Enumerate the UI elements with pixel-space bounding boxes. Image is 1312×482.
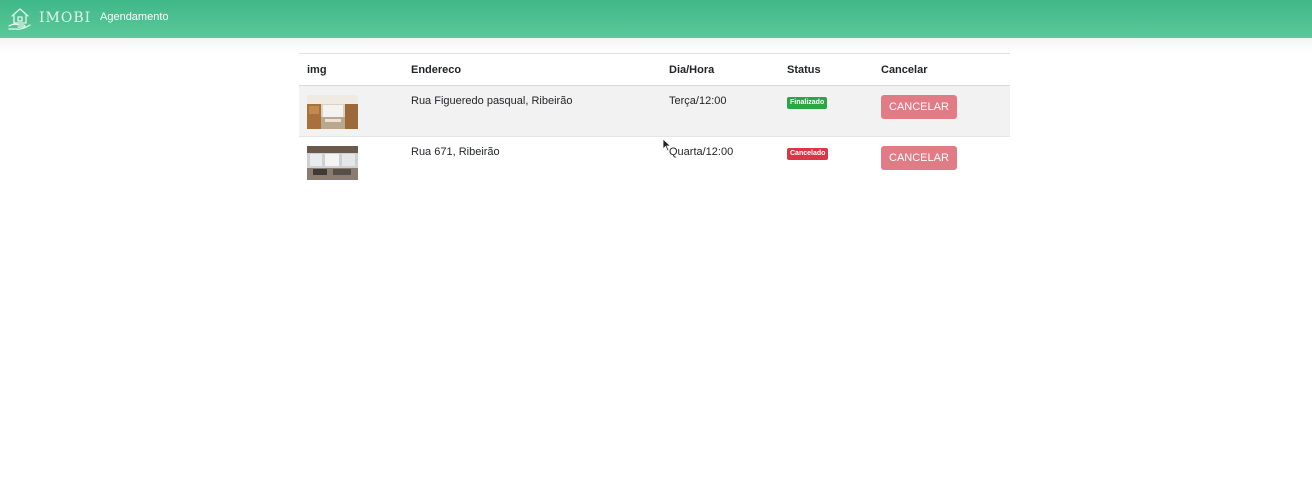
cell-img xyxy=(299,85,403,137)
cell-endereco: Rua 671, Ribeirão xyxy=(403,136,661,187)
table-row: Rua Figueredo pasqual, Ribeirão Terça/12… xyxy=(299,85,1010,137)
cell-cancelar: CANCELAR xyxy=(873,136,1010,187)
status-badge: Finalizado xyxy=(787,97,828,109)
cell-endereco: Rua Figueredo pasqual, Ribeirão xyxy=(403,85,661,137)
cell-cancelar: CANCELAR xyxy=(873,85,1010,137)
cell-status: Cancelado xyxy=(779,136,873,187)
kitchen-photo xyxy=(307,95,358,129)
cell-dia-hora: Terça/12:00 xyxy=(661,85,779,137)
status-badge: Cancelado xyxy=(787,148,829,160)
table-row: Rua 671, Ribeirão Quarta/12:00 Cancelado… xyxy=(299,136,1010,187)
cancel-button[interactable]: CANCELAR xyxy=(881,146,957,170)
appointments-table: img Endereco Dia/Hora Status Cancelar Ru… xyxy=(299,53,1010,187)
brand-logo[interactable]: IMOBI xyxy=(6,4,91,32)
appointments-table-container: img Endereco Dia/Hora Status Cancelar Ru… xyxy=(299,53,1010,187)
house-hand-icon xyxy=(8,8,31,30)
cell-dia-hora: Quarta/12:00 xyxy=(661,136,779,187)
header-cancelar: Cancelar xyxy=(873,53,1010,86)
header-endereco: Endereco xyxy=(403,53,661,86)
nav-link-agendamento[interactable]: Agendamento xyxy=(100,11,169,23)
cell-img xyxy=(299,136,403,187)
cell-status: Finalizado xyxy=(779,85,873,137)
brand-name: IMOBI xyxy=(39,10,92,26)
header-dia-hora: Dia/Hora xyxy=(661,53,779,86)
cancel-button[interactable]: CANCELAR xyxy=(881,95,957,119)
header-status: Status xyxy=(779,53,873,86)
mouse-cursor-icon xyxy=(662,138,672,152)
table-header-row: img Endereco Dia/Hora Status Cancelar xyxy=(299,53,1010,86)
living-room-photo xyxy=(307,146,358,180)
top-navbar: IMOBI Agendamento xyxy=(0,0,1312,38)
content-shade xyxy=(0,38,1312,54)
header-img: img xyxy=(299,53,403,86)
